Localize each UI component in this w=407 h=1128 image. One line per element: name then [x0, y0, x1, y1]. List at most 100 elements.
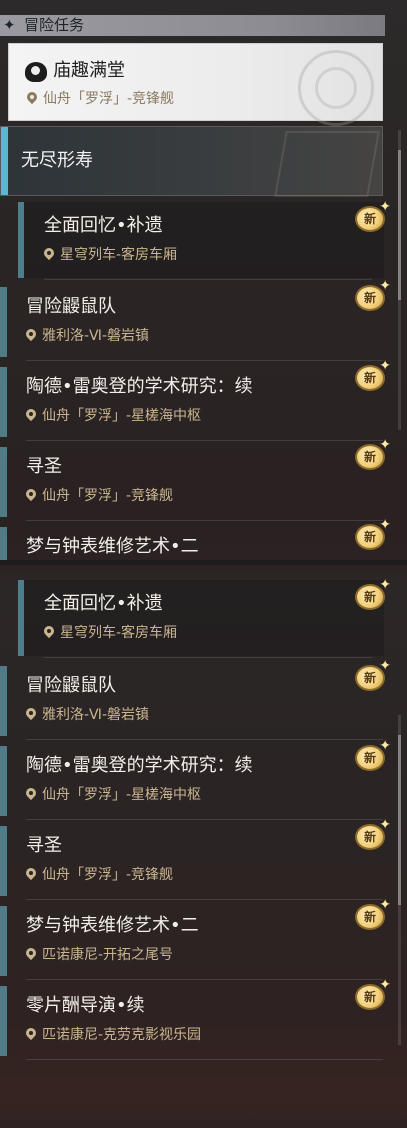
- location-pin-icon: [26, 329, 36, 341]
- quest-accent-bar: [0, 746, 7, 816]
- new-badge-icon: 新 ✦: [355, 739, 391, 771]
- quest-location: 匹诺康尼-开拓之尾号: [26, 946, 173, 964]
- faction-emblem-icon: [298, 50, 374, 126]
- quest-location: 仙舟「罗浮」-星槎海中枢: [26, 407, 201, 425]
- quest-item[interactable]: 全面回忆•补遗 星穹列车-客房车厢: [18, 202, 384, 280]
- quest-name: 全面回忆•补遗: [44, 215, 163, 236]
- location-pin-icon: [44, 626, 54, 638]
- quest-item[interactable]: 梦与钟表维修艺术•二: [0, 523, 395, 560]
- quest-name: 冒险鼹鼠队: [26, 296, 116, 317]
- new-badge-icon: 新 ✦: [355, 279, 391, 311]
- quest-name: 梦与钟表维修艺术•二: [26, 536, 199, 557]
- quest-item[interactable]: 零片酬导演•续匹诺康尼-克劳克影视乐园: [0, 982, 395, 1060]
- quest-name: 零片酬导演•续: [26, 995, 145, 1016]
- list-fade: [0, 1098, 407, 1128]
- quest-accent-bar: [0, 447, 7, 517]
- sparkle-icon: ✦: [379, 517, 391, 533]
- new-badge-icon: 新 ✦: [355, 818, 391, 850]
- new-badge-icon: 新 ✦: [355, 898, 391, 930]
- quest-item[interactable]: 冒险鼹鼠队雅利洛-Ⅵ-磐岩镇: [0, 662, 395, 740]
- location-pin-icon: [26, 708, 36, 720]
- sparkle-icon: ✦: [379, 577, 391, 593]
- quest-divider: [26, 899, 383, 900]
- sparkle-icon: ✦: [379, 358, 391, 374]
- quest-type-icon: [25, 62, 47, 82]
- quest-divider: [26, 1059, 383, 1060]
- quest-accent-bar: [0, 367, 7, 437]
- quest-item[interactable]: 梦与钟表维修艺术•二 匹诺康尼-开拓之尾号: [0, 902, 395, 980]
- quest-accent-bar: [0, 287, 7, 357]
- active-quest-location: 仙舟「罗浮」-竞锋舰: [27, 90, 174, 108]
- quest-divider: [26, 360, 383, 361]
- sparkle-icon: ✦: [379, 199, 391, 215]
- new-badge-icon: 新 ✦: [355, 518, 391, 550]
- quest-item[interactable]: 寻圣仙舟「罗浮」-竞锋舰: [0, 443, 395, 521]
- scrollbar-thumb[interactable]: [398, 735, 401, 905]
- new-badge-icon: 新 ✦: [355, 578, 391, 610]
- location-pin-icon: [26, 1028, 36, 1040]
- quest-divider: [44, 279, 372, 280]
- quest-accent-bar: [0, 826, 7, 896]
- location-pin-icon: [26, 409, 36, 421]
- quest-divider: [26, 819, 383, 820]
- quest-item[interactable]: 冒险鼹鼠队雅利洛-Ⅵ-磐岩镇: [0, 283, 395, 361]
- quest-accent-bar: [0, 986, 7, 1056]
- quest-name: 寻圣: [26, 456, 62, 477]
- diamond-icon: ✦: [3, 16, 16, 34]
- quest-list-panel-top: ✦ 冒险任务 庙趣满堂 仙舟「罗浮」-竞锋舰 无尽形寿 全面回忆•补遗 星穹列车-…: [0, 0, 407, 560]
- sparkle-icon: ✦: [379, 278, 391, 294]
- quest-accent-bar: [18, 580, 24, 656]
- quest-name: 陶德•雷奥登的学术研究：续: [26, 376, 253, 397]
- sparkle-icon: ✦: [379, 977, 391, 993]
- location-pin-icon: [26, 489, 36, 501]
- quest-accent-bar: [0, 906, 7, 976]
- location-pin-icon: [26, 868, 36, 880]
- new-badge-icon: 新 ✦: [355, 200, 391, 232]
- location-pin-icon: [44, 248, 54, 260]
- quest-divider: [26, 739, 383, 740]
- sparkle-icon: ✦: [379, 897, 391, 913]
- sparkle-icon: ✦: [379, 658, 391, 674]
- sparkle-icon: ✦: [379, 817, 391, 833]
- quest-category-card[interactable]: 无尽形寿: [0, 126, 383, 197]
- quest-name: 陶德•雷奥登的学术研究：续: [26, 755, 253, 776]
- quest-list-panel-bottom: 全面回忆•补遗 星穹列车-客房车厢新 ✦ 冒险鼹鼠队 雅利洛-Ⅵ-磐岩镇新 ✦ 陶德•雷奥登…: [0, 565, 407, 1128]
- new-badge-icon: 新 ✦: [355, 978, 391, 1010]
- sparkle-icon: ✦: [379, 437, 391, 453]
- quest-divider: [26, 520, 383, 521]
- quest-divider: [44, 657, 372, 658]
- quest-accent-bar: [0, 527, 7, 560]
- quest-location: 星穹列车-客房车厢: [44, 624, 177, 642]
- quest-item[interactable]: 寻圣仙舟「罗浮」-竞锋舰: [0, 822, 395, 900]
- quest-location: 仙舟「罗浮」-竞锋舰: [26, 866, 173, 884]
- quest-location: 雅利洛-Ⅵ-磐岩镇: [26, 327, 149, 345]
- quest-location: 仙舟「罗浮」-竞锋舰: [26, 487, 173, 505]
- category-accent-bar: [1, 127, 8, 195]
- section-header: ✦ 冒险任务: [0, 15, 385, 36]
- scrollbar-thumb[interactable]: [398, 150, 401, 300]
- quest-location: 雅利洛-Ⅵ-磐岩镇: [26, 706, 149, 724]
- location-pin-icon: [27, 92, 37, 104]
- location-pin-icon: [26, 788, 36, 800]
- quest-divider: [26, 979, 383, 980]
- quest-divider: [26, 440, 383, 441]
- new-badge-icon: 新 ✦: [355, 359, 391, 391]
- new-badge-icon: 新 ✦: [355, 438, 391, 470]
- quest-location: 星穹列车-客房车厢: [44, 246, 177, 264]
- active-quest-card[interactable]: 庙趣满堂 仙舟「罗浮」-竞锋舰: [8, 43, 383, 126]
- new-badge-icon: 新 ✦: [355, 659, 391, 691]
- quest-location: 匹诺康尼-克劳克影视乐园: [26, 1026, 201, 1044]
- sparkle-icon: ✦: [379, 738, 391, 754]
- quest-item[interactable]: 陶德•雷奥登的学术研究：续 仙舟「罗浮」-星槎海中枢: [0, 363, 395, 441]
- quest-name: 冒险鼹鼠队: [26, 675, 116, 696]
- location-pin-icon: [26, 948, 36, 960]
- quest-location: 仙舟「罗浮」-星槎海中枢: [26, 786, 201, 804]
- quest-item[interactable]: 陶德•雷奥登的学术研究：续 仙舟「罗浮」-星槎海中枢: [0, 742, 395, 820]
- quest-name: 梦与钟表维修艺术•二: [26, 915, 199, 936]
- quest-item[interactable]: 全面回忆•补遗 星穹列车-客房车厢: [18, 580, 384, 658]
- quest-name: 寻圣: [26, 835, 62, 856]
- quest-accent-bar: [0, 666, 7, 736]
- quest-name: 全面回忆•补遗: [44, 593, 163, 614]
- active-quest-name: 庙趣满堂: [53, 60, 125, 81]
- section-title: 冒险任务: [24, 16, 85, 34]
